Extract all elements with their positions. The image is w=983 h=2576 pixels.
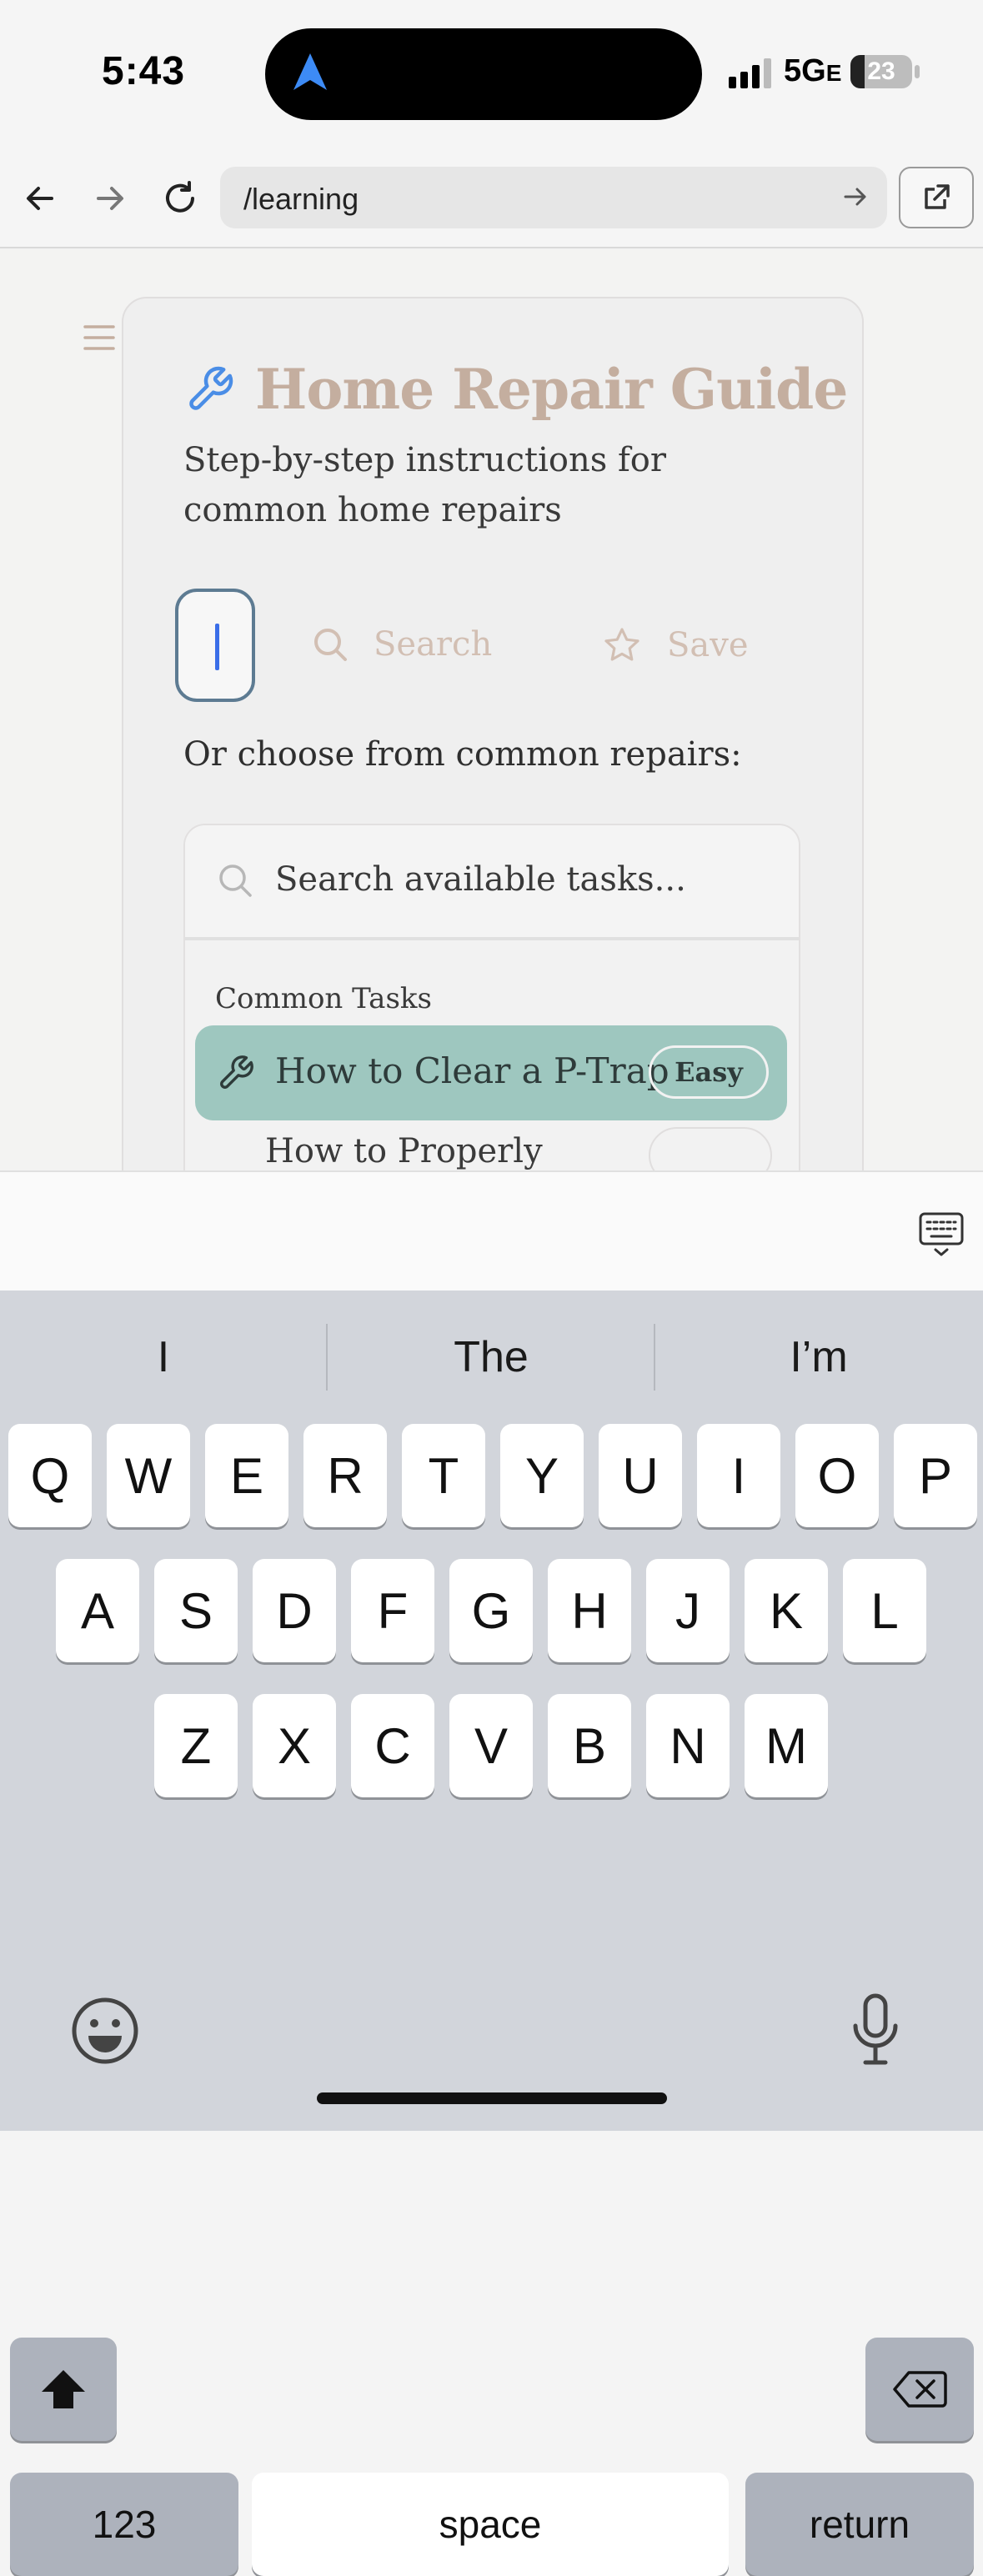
task-picker: Search available tasks... Common Tasks H… — [183, 824, 800, 1170]
key-z[interactable]: Z — [154, 1694, 238, 1797]
key-r[interactable]: R — [303, 1424, 387, 1527]
key-d[interactable]: D — [253, 1559, 336, 1662]
space-key[interactable]: space — [252, 2473, 729, 2576]
on-screen-keyboard: I The I’m QWERTYUIOP ASDFGHJKL ZXCVBNM 1… — [0, 1291, 983, 2576]
shift-icon — [42, 2370, 85, 2408]
page-title: Home Repair Guide — [255, 357, 848, 422]
page-subtitle: Step-by-step instructions for common hom… — [183, 441, 666, 529]
wrench-icon — [189, 366, 233, 410]
url-text: /learning — [243, 182, 359, 216]
suggestion-1[interactable]: I — [0, 1291, 327, 1424]
key-b[interactable]: B — [548, 1694, 631, 1797]
key-j[interactable]: J — [646, 1559, 730, 1662]
key-p[interactable]: P — [894, 1424, 977, 1527]
text-caret — [215, 624, 219, 670]
numbers-key[interactable]: 123 — [10, 2473, 238, 2576]
dynamic-island — [265, 28, 702, 120]
status-bar: 5:43 5GE 23 — [0, 0, 983, 150]
star-icon — [604, 628, 639, 661]
forward-button[interactable] — [87, 175, 133, 222]
cellular-signal-icon — [729, 58, 771, 88]
key-q[interactable]: Q — [8, 1424, 92, 1527]
suggestion-3[interactable]: I’m — [655, 1291, 982, 1424]
backspace-icon — [893, 2371, 947, 2408]
key-l[interactable]: L — [843, 1559, 926, 1662]
reload-icon — [166, 181, 194, 213]
network-label: 5GE — [784, 53, 842, 88]
text-input-focused[interactable] — [175, 589, 255, 702]
key-m[interactable]: M — [745, 1694, 828, 1797]
reload-button[interactable] — [157, 175, 203, 222]
key-n[interactable]: N — [646, 1694, 730, 1797]
battery-percent: 23 — [867, 58, 895, 85]
search-button-label: Search — [374, 625, 493, 664]
task-search-field[interactable]: Search available tasks... — [185, 825, 799, 940]
search-icon — [314, 629, 347, 661]
group-heading: Common Tasks — [215, 982, 432, 1015]
menu-icon[interactable] — [83, 323, 115, 352]
task-item-selected[interactable]: How to Clear a P-Trap Easy — [195, 1025, 787, 1120]
choose-heading: Or choose from common repairs: — [183, 735, 742, 774]
shift-key[interactable] — [10, 2338, 117, 2441]
key-k[interactable]: K — [745, 1559, 828, 1662]
arrow-left-icon — [27, 187, 53, 210]
search-icon — [219, 865, 252, 897]
backspace-key[interactable] — [865, 2338, 974, 2441]
status-time: 5:43 — [102, 49, 186, 93]
key-u[interactable]: U — [599, 1424, 682, 1527]
address-bar[interactable]: /learning — [220, 167, 887, 228]
back-button[interactable] — [17, 175, 63, 222]
guide-card: Home Repair Guide Step-by-step instructi… — [122, 297, 864, 1170]
key-t[interactable]: T — [402, 1424, 485, 1527]
difficulty-badge — [649, 1127, 772, 1170]
external-link-icon — [925, 184, 950, 209]
emoji-icon[interactable] — [70, 1996, 140, 2066]
page-content: Home Repair Guide Step-by-step instructi… — [0, 248, 983, 1170]
task-label[interactable]: How to Properly — [265, 1132, 543, 1170]
key-h[interactable]: H — [548, 1559, 631, 1662]
save-button[interactable]: Save — [602, 625, 749, 665]
task-search-placeholder: Search available tasks... — [275, 860, 686, 899]
go-arrow-icon[interactable] — [840, 182, 870, 212]
title-row: Home Repair Guide — [185, 357, 848, 422]
key-o[interactable]: O — [795, 1424, 879, 1527]
suggestion-2[interactable]: The — [328, 1291, 654, 1424]
key-c[interactable]: C — [351, 1694, 434, 1797]
home-indicator — [317, 2092, 667, 2104]
navigation-arrow-icon — [293, 53, 327, 90]
key-a[interactable]: A — [56, 1559, 139, 1662]
microphone-icon[interactable] — [849, 1992, 902, 2067]
key-e[interactable]: E — [205, 1424, 288, 1527]
key-w[interactable]: W — [107, 1424, 190, 1527]
wrench-icon — [220, 1055, 253, 1089]
search-button[interactable]: Search — [312, 625, 492, 664]
save-button-label: Save — [667, 626, 749, 664]
key-g[interactable]: G — [449, 1559, 533, 1662]
task-label: How to Clear a P-Trap — [275, 1050, 670, 1091]
battery-nub — [915, 65, 920, 78]
key-v[interactable]: V — [449, 1694, 533, 1797]
difficulty-badge: Easy — [649, 1045, 769, 1099]
key-x[interactable]: X — [253, 1694, 336, 1797]
keyboard-dismiss-icon[interactable] — [918, 1210, 965, 1257]
keyboard-accessory-bar — [0, 1170, 983, 1292]
key-y[interactable]: Y — [500, 1424, 584, 1527]
browser-toolbar: /learning — [0, 150, 983, 248]
key-i[interactable]: I — [697, 1424, 780, 1527]
key-s[interactable]: S — [154, 1559, 238, 1662]
battery-icon: 23 — [850, 55, 912, 88]
key-f[interactable]: F — [351, 1559, 434, 1662]
open-external-button[interactable] — [899, 167, 974, 228]
return-key[interactable]: return — [745, 2473, 974, 2576]
arrow-right-icon — [97, 187, 123, 210]
